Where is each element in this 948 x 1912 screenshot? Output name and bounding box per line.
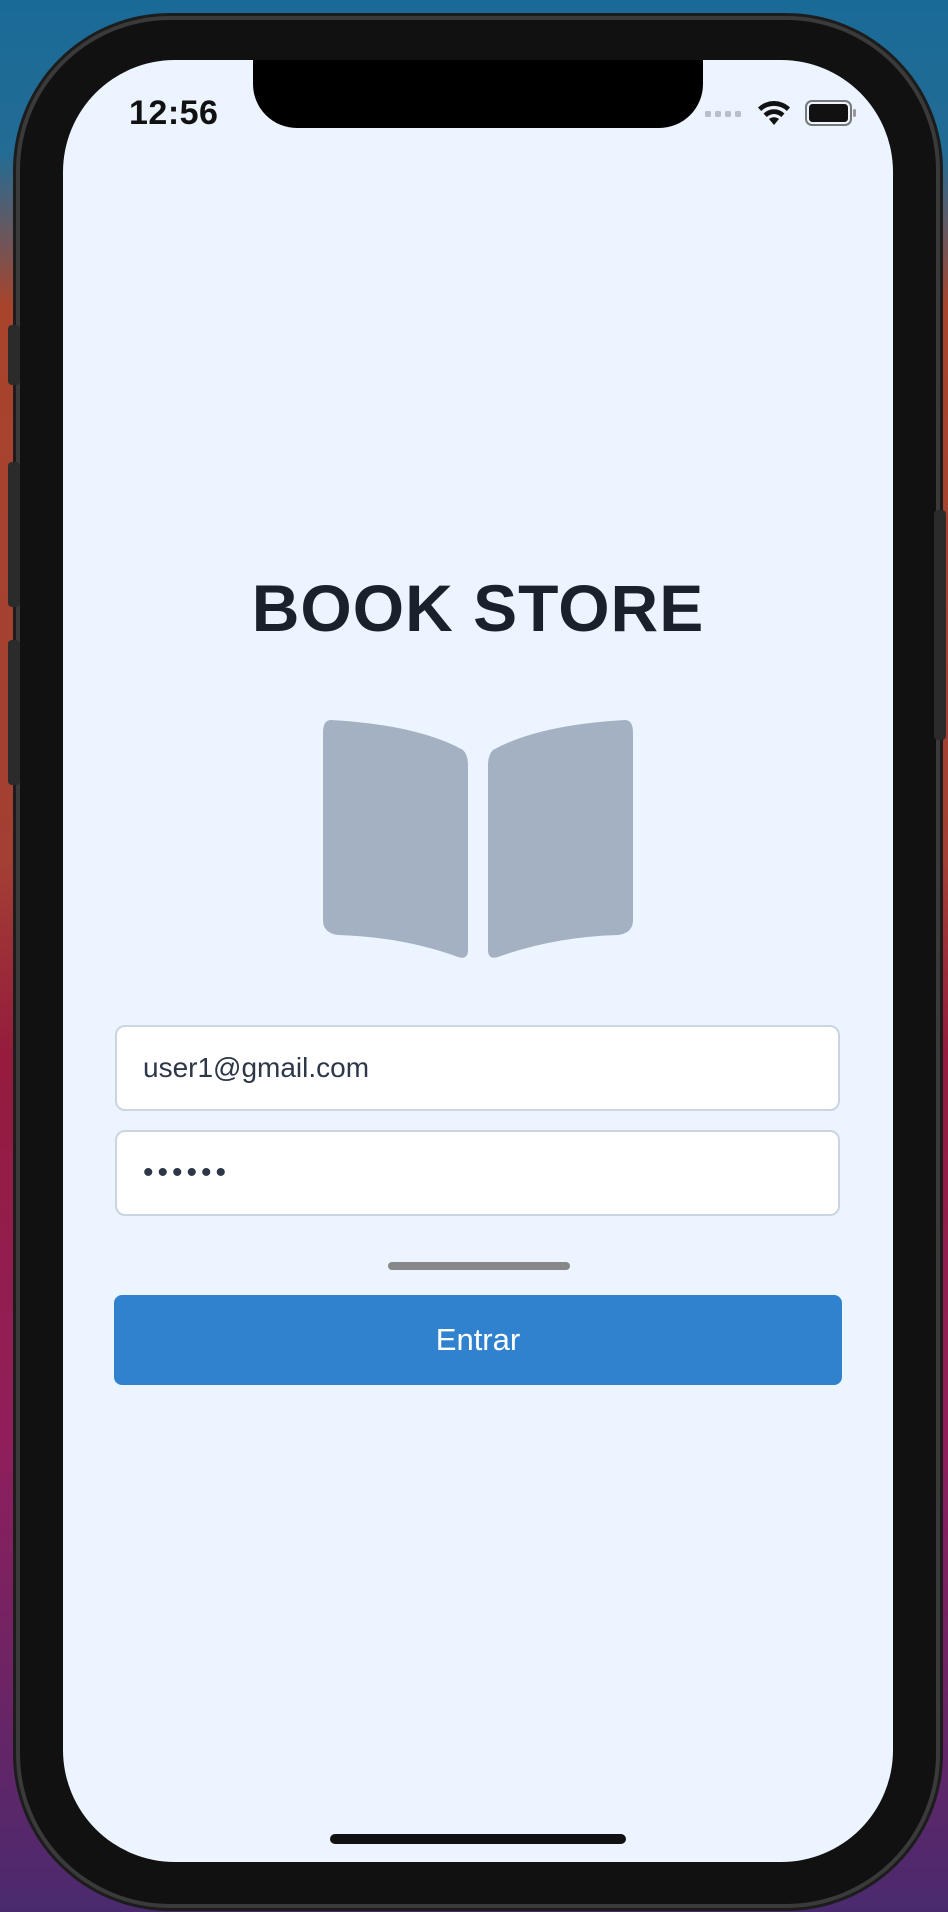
notch	[253, 60, 703, 128]
power-button	[934, 510, 946, 740]
wifi-icon	[758, 101, 790, 125]
login-button[interactable]: Entrar	[114, 1295, 842, 1385]
app-screen: 12:56 BOOK STORE user1@gmail.com •••••• …	[63, 60, 893, 1862]
status-time: 12:56	[129, 94, 219, 132]
email-field[interactable]: user1@gmail.com	[115, 1025, 840, 1111]
status-icons	[705, 100, 857, 126]
cellular-signal-icon	[705, 111, 741, 117]
home-indicator[interactable]	[330, 1834, 626, 1844]
open-book-icon	[323, 720, 633, 958]
password-field[interactable]: ••••••	[115, 1130, 840, 1216]
mute-switch	[8, 325, 20, 385]
volume-up-button	[8, 462, 20, 607]
volume-down-button	[8, 640, 20, 785]
drag-handle	[388, 1262, 570, 1270]
battery-icon	[805, 100, 856, 126]
app-title: BOOK STORE	[251, 571, 705, 645]
